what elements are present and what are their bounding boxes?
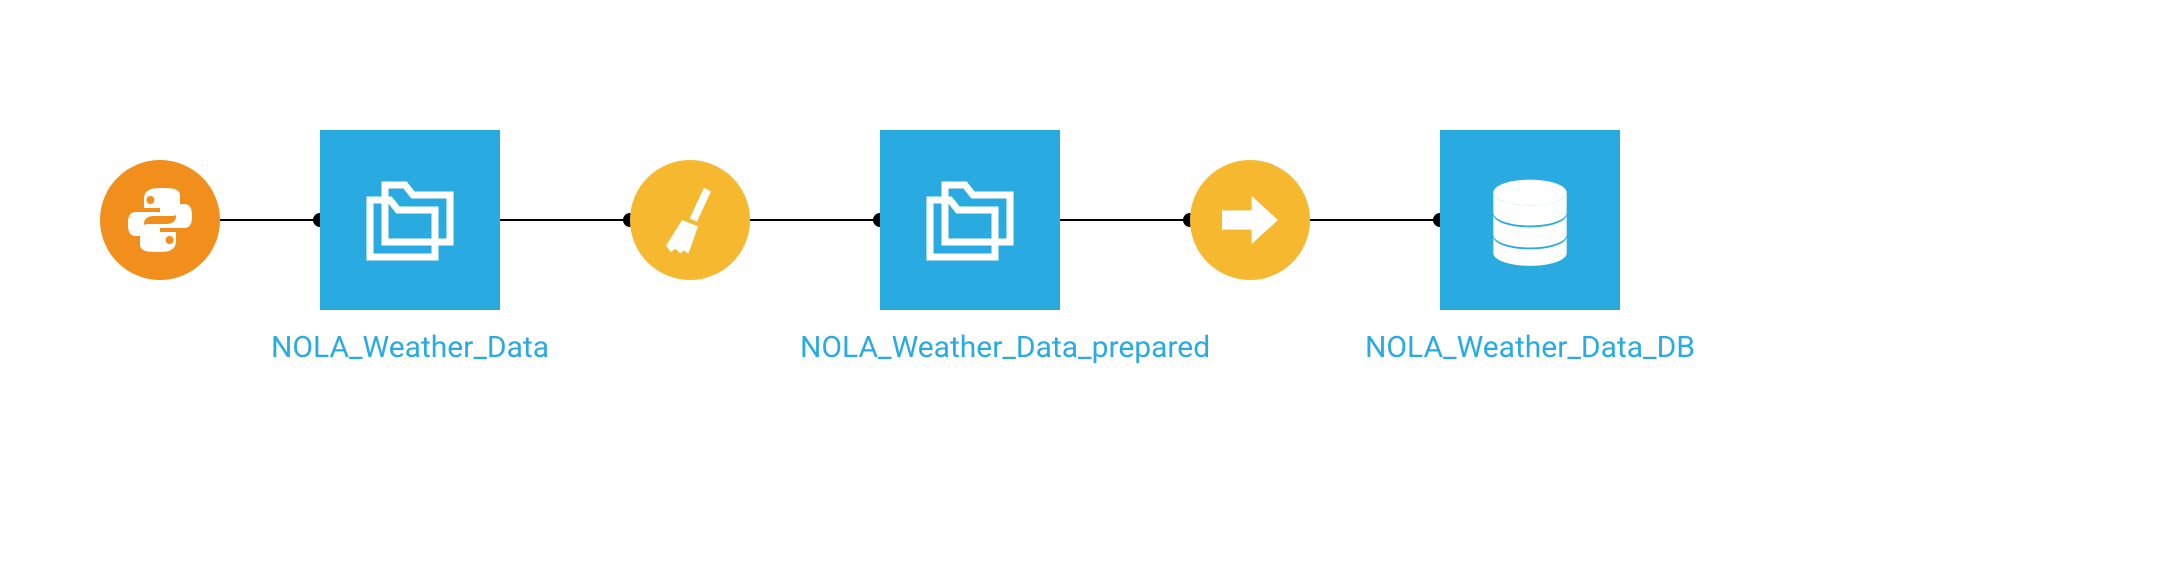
dataset-icon-container — [320, 130, 500, 310]
dataset-node-2[interactable]: NOLA_Weather_Data_prepared — [880, 130, 1060, 310]
sync-recipe-node[interactable] — [1190, 160, 1310, 280]
flow-connector — [750, 219, 880, 221]
folder-icon — [910, 160, 1030, 280]
broom-icon — [650, 180, 730, 260]
python-recipe-icon-container — [100, 160, 220, 280]
dataset-node-1[interactable]: NOLA_Weather_Data — [320, 130, 500, 310]
python-recipe-node[interactable] — [100, 160, 220, 280]
dataset-icon-container — [1440, 130, 1620, 310]
dataset-label: NOLA_Weather_Data_DB — [1360, 330, 1700, 366]
prepare-recipe-node[interactable] — [630, 160, 750, 280]
prepare-recipe-icon-container — [630, 160, 750, 280]
dataset-icon-container — [880, 130, 1060, 310]
sync-recipe-icon-container — [1190, 160, 1310, 280]
database-icon — [1475, 165, 1585, 275]
flow-connector — [500, 219, 630, 221]
dataset-label: NOLA_Weather_Data — [240, 330, 580, 366]
dataset-label: NOLA_Weather_Data_prepared — [800, 330, 1140, 366]
folder-icon — [350, 160, 470, 280]
arrow-icon — [1210, 180, 1290, 260]
dataset-node-3[interactable]: NOLA_Weather_Data_DB — [1440, 130, 1620, 310]
data-flow-diagram: NOLA_Weather_Data NOLA_Weather_Data_prep… — [100, 130, 1620, 310]
flow-connector — [1310, 219, 1440, 221]
flow-connector — [1060, 219, 1190, 221]
flow-connector — [220, 219, 320, 221]
python-icon — [120, 180, 200, 260]
